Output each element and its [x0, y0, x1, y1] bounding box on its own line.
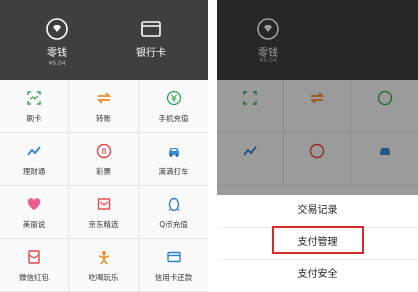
grid-item-q-coin[interactable]: Q币充值	[139, 186, 208, 239]
credit-card-icon	[166, 251, 181, 263]
highlight-box	[272, 226, 364, 254]
action-transaction-records[interactable]: 交易记录	[217, 195, 418, 227]
phone-recharge-icon	[166, 90, 181, 106]
bank-card-button[interactable]: 银行卡	[106, 18, 196, 59]
grid-item-lottery[interactable]: 8 彩票	[69, 133, 139, 186]
grid-item-credit-card-repay[interactable]: 信用卡还款	[139, 239, 208, 292]
scan-icon	[27, 91, 41, 105]
bank-card-label: 银行卡	[136, 48, 166, 59]
dim-overlay[interactable]	[217, 0, 418, 195]
lottery-icon: 8	[96, 143, 111, 159]
grid-item-label: 京东精选	[88, 220, 119, 229]
grid-item-phone-recharge[interactable]: 手机充值	[139, 80, 208, 133]
grid-item-label: 美丽说	[22, 220, 46, 229]
grid-item-label: 转账	[96, 114, 111, 123]
grid-item-swipe-card[interactable]: 刷卡	[0, 80, 69, 133]
wallet-diamond-icon	[46, 18, 68, 40]
wallet-header: 零钱 ¥6.04 银行卡	[0, 0, 208, 80]
grid-item-label: 理财通	[22, 167, 46, 176]
grid-item-meilishuo[interactable]: 美丽说	[0, 186, 69, 239]
trend-icon	[27, 146, 41, 156]
heart-icon	[27, 198, 41, 210]
action-sheet: 交易记录 支付管理 支付安全	[217, 195, 418, 292]
party-icon	[98, 251, 109, 265]
transfer-icon	[96, 92, 111, 104]
shop-bag-icon	[97, 198, 110, 210]
grid-item-label: 刷卡	[26, 114, 42, 123]
grid-item-label: 滴滴打车	[158, 167, 189, 176]
grid-item-label: 微信红包	[19, 273, 49, 282]
grid-item-eat-drink-play[interactable]: 吃喝玩乐	[69, 239, 139, 292]
red-packet-icon	[28, 250, 40, 264]
svg-text:8: 8	[101, 147, 106, 156]
action-payment-security[interactable]: 支付安全	[217, 259, 418, 291]
grid-item-label: Q币充值	[159, 220, 188, 229]
grid-item-label: 彩票	[96, 167, 111, 176]
grid-item-didi-taxi[interactable]: 滴滴打车	[139, 133, 208, 186]
card-icon	[141, 21, 161, 37]
change-button[interactable]: 零钱 ¥6.04	[12, 18, 102, 67]
change-label: 零钱	[47, 48, 67, 59]
grid-item-label: 信用卡还款	[154, 273, 193, 282]
change-balance: ¥6.04	[48, 60, 66, 67]
grid-item-label: 手机充值	[158, 114, 189, 123]
grid-item-label: 吃喝玩乐	[88, 273, 119, 282]
grid-item-jd-select[interactable]: 京东精选	[69, 186, 139, 239]
grid-item-licaitong[interactable]: 理财通	[0, 133, 69, 186]
panel-divider	[208, 0, 217, 292]
grid-item-red-packet[interactable]: 微信红包	[0, 239, 69, 292]
penguin-icon	[168, 197, 179, 212]
wallet-screen-right: 零钱 ¥6.04 银行卡 零钱 ¥6.04	[217, 0, 418, 292]
grid-item-transfer[interactable]: 转账	[69, 80, 139, 133]
wallet-screen-left: 零钱 ¥6.04 银行卡 刷卡 转账 手机充值 理财通 8 彩票 滴滴打车 美丽…	[0, 0, 208, 292]
services-grid: 刷卡 转账 手机充值 理财通 8 彩票 滴滴打车 美丽说 京东精选 Q币充值 微…	[0, 80, 208, 292]
car-icon	[168, 148, 179, 157]
